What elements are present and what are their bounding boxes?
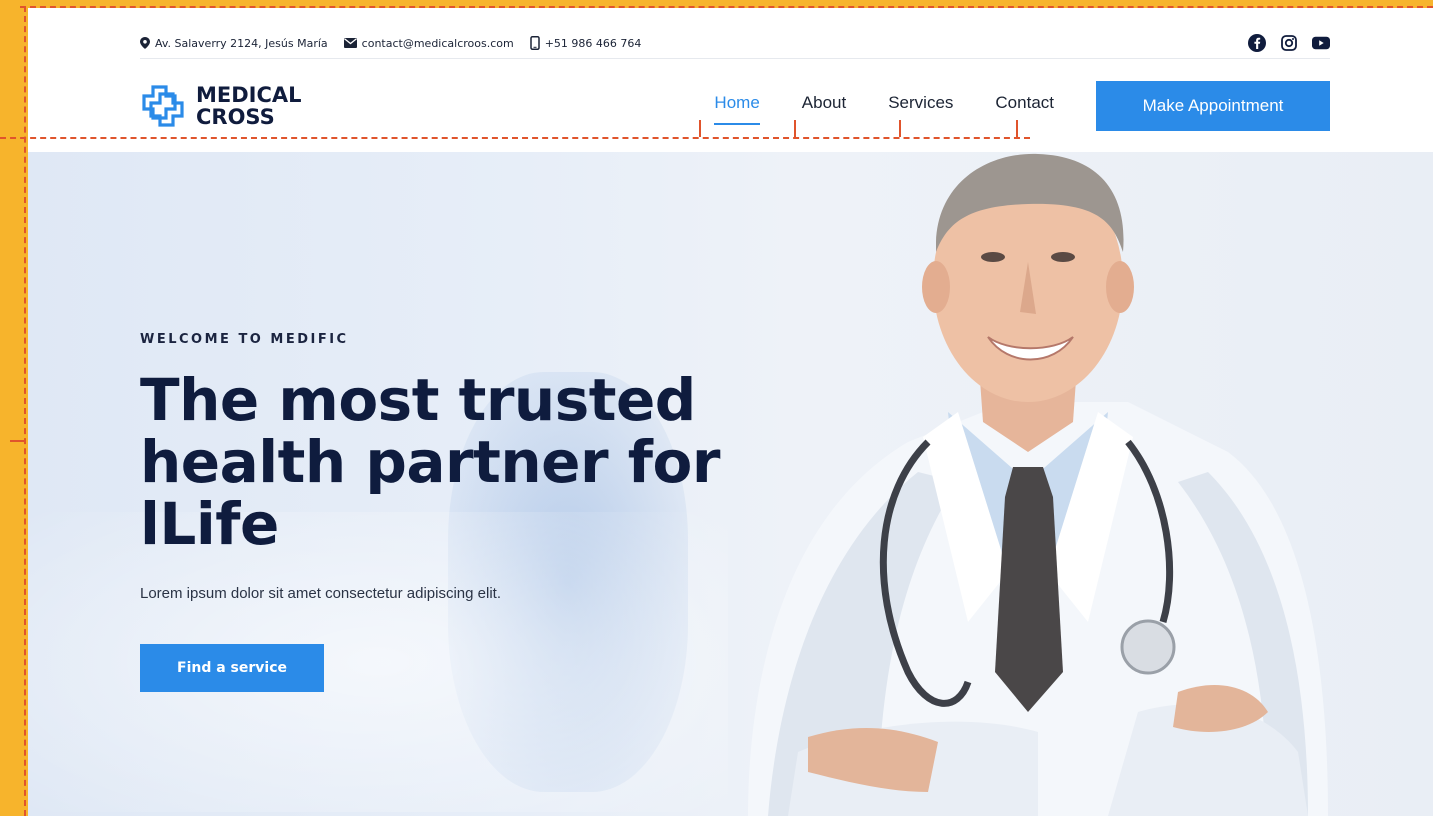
location-pin-icon xyxy=(140,37,150,49)
website-page: Av. Salaverry 2124, Jesús María contact@… xyxy=(28,8,1433,816)
hero-content: WELCOME TO MEDIFIC The most trusted heal… xyxy=(140,332,780,692)
top-bar: Av. Salaverry 2124, Jesús María contact@… xyxy=(140,28,1330,59)
envelope-icon xyxy=(343,38,357,48)
annotation-tick-about xyxy=(794,120,796,137)
annotation-tick-services xyxy=(899,120,901,137)
youtube-icon[interactable] xyxy=(1312,34,1330,52)
annotation-left-line xyxy=(24,6,26,816)
annotation-top-line xyxy=(20,6,1433,8)
nav-right: Home About Services Contact Make Appoint… xyxy=(714,81,1330,131)
social-links xyxy=(1248,34,1330,52)
logo[interactable]: MEDICAL CROSS xyxy=(140,83,302,129)
email-item[interactable]: contact@medicalcroos.com xyxy=(343,37,514,50)
hero-headline: The most trusted health partner for lLif… xyxy=(140,369,780,555)
hero-headline-line-2: health partner for xyxy=(140,428,720,496)
annotation-tick-contact xyxy=(1016,120,1018,137)
brand-line-1: MEDICAL xyxy=(196,83,302,107)
email-text[interactable]: contact@medicalcroos.com xyxy=(362,37,514,50)
medical-cross-logo-icon xyxy=(142,85,184,127)
brand-name: MEDICAL CROSS xyxy=(196,84,302,128)
mobile-phone-icon xyxy=(529,36,540,50)
nav-link-contact[interactable]: Contact xyxy=(995,93,1054,119)
doctor-photo xyxy=(748,153,1328,816)
brand-line-2: CROSS xyxy=(196,105,275,129)
nav-links: Home About Services Contact xyxy=(714,93,1054,125)
nav-link-about[interactable]: About xyxy=(802,93,846,119)
address-item: Av. Salaverry 2124, Jesús María xyxy=(140,37,328,50)
facebook-icon[interactable] xyxy=(1248,34,1266,52)
hero-section: WELCOME TO MEDIFIC The most trusted heal… xyxy=(28,152,1433,816)
annotation-tick-left xyxy=(10,440,26,442)
annotation-nav-line xyxy=(0,137,1030,139)
address-text: Av. Salaverry 2124, Jesús María xyxy=(155,36,328,50)
nav-link-services[interactable]: Services xyxy=(888,93,953,119)
main-navbar: MEDICAL CROSS Home About Services Contac… xyxy=(140,78,1330,134)
nav-link-home[interactable]: Home xyxy=(714,93,761,125)
hero-headline-line-3: lLife xyxy=(140,490,279,558)
make-appointment-button[interactable]: Make Appointment xyxy=(1096,81,1330,131)
hero-eyebrow: WELCOME TO MEDIFIC xyxy=(140,332,349,347)
phone-item[interactable]: +51 986 466 764 xyxy=(529,36,642,50)
phone-text[interactable]: +51 986 466 764 xyxy=(545,37,642,50)
hero-headline-line-1: The most trusted xyxy=(140,366,696,434)
contact-info: Av. Salaverry 2124, Jesús María contact@… xyxy=(140,36,641,50)
find-a-service-button[interactable]: Find a service xyxy=(140,644,324,692)
hero-subtext: Lorem ipsum dolor sit amet consectetur a… xyxy=(140,585,501,602)
annotation-tick-home xyxy=(699,120,701,137)
instagram-icon[interactable] xyxy=(1280,34,1298,52)
